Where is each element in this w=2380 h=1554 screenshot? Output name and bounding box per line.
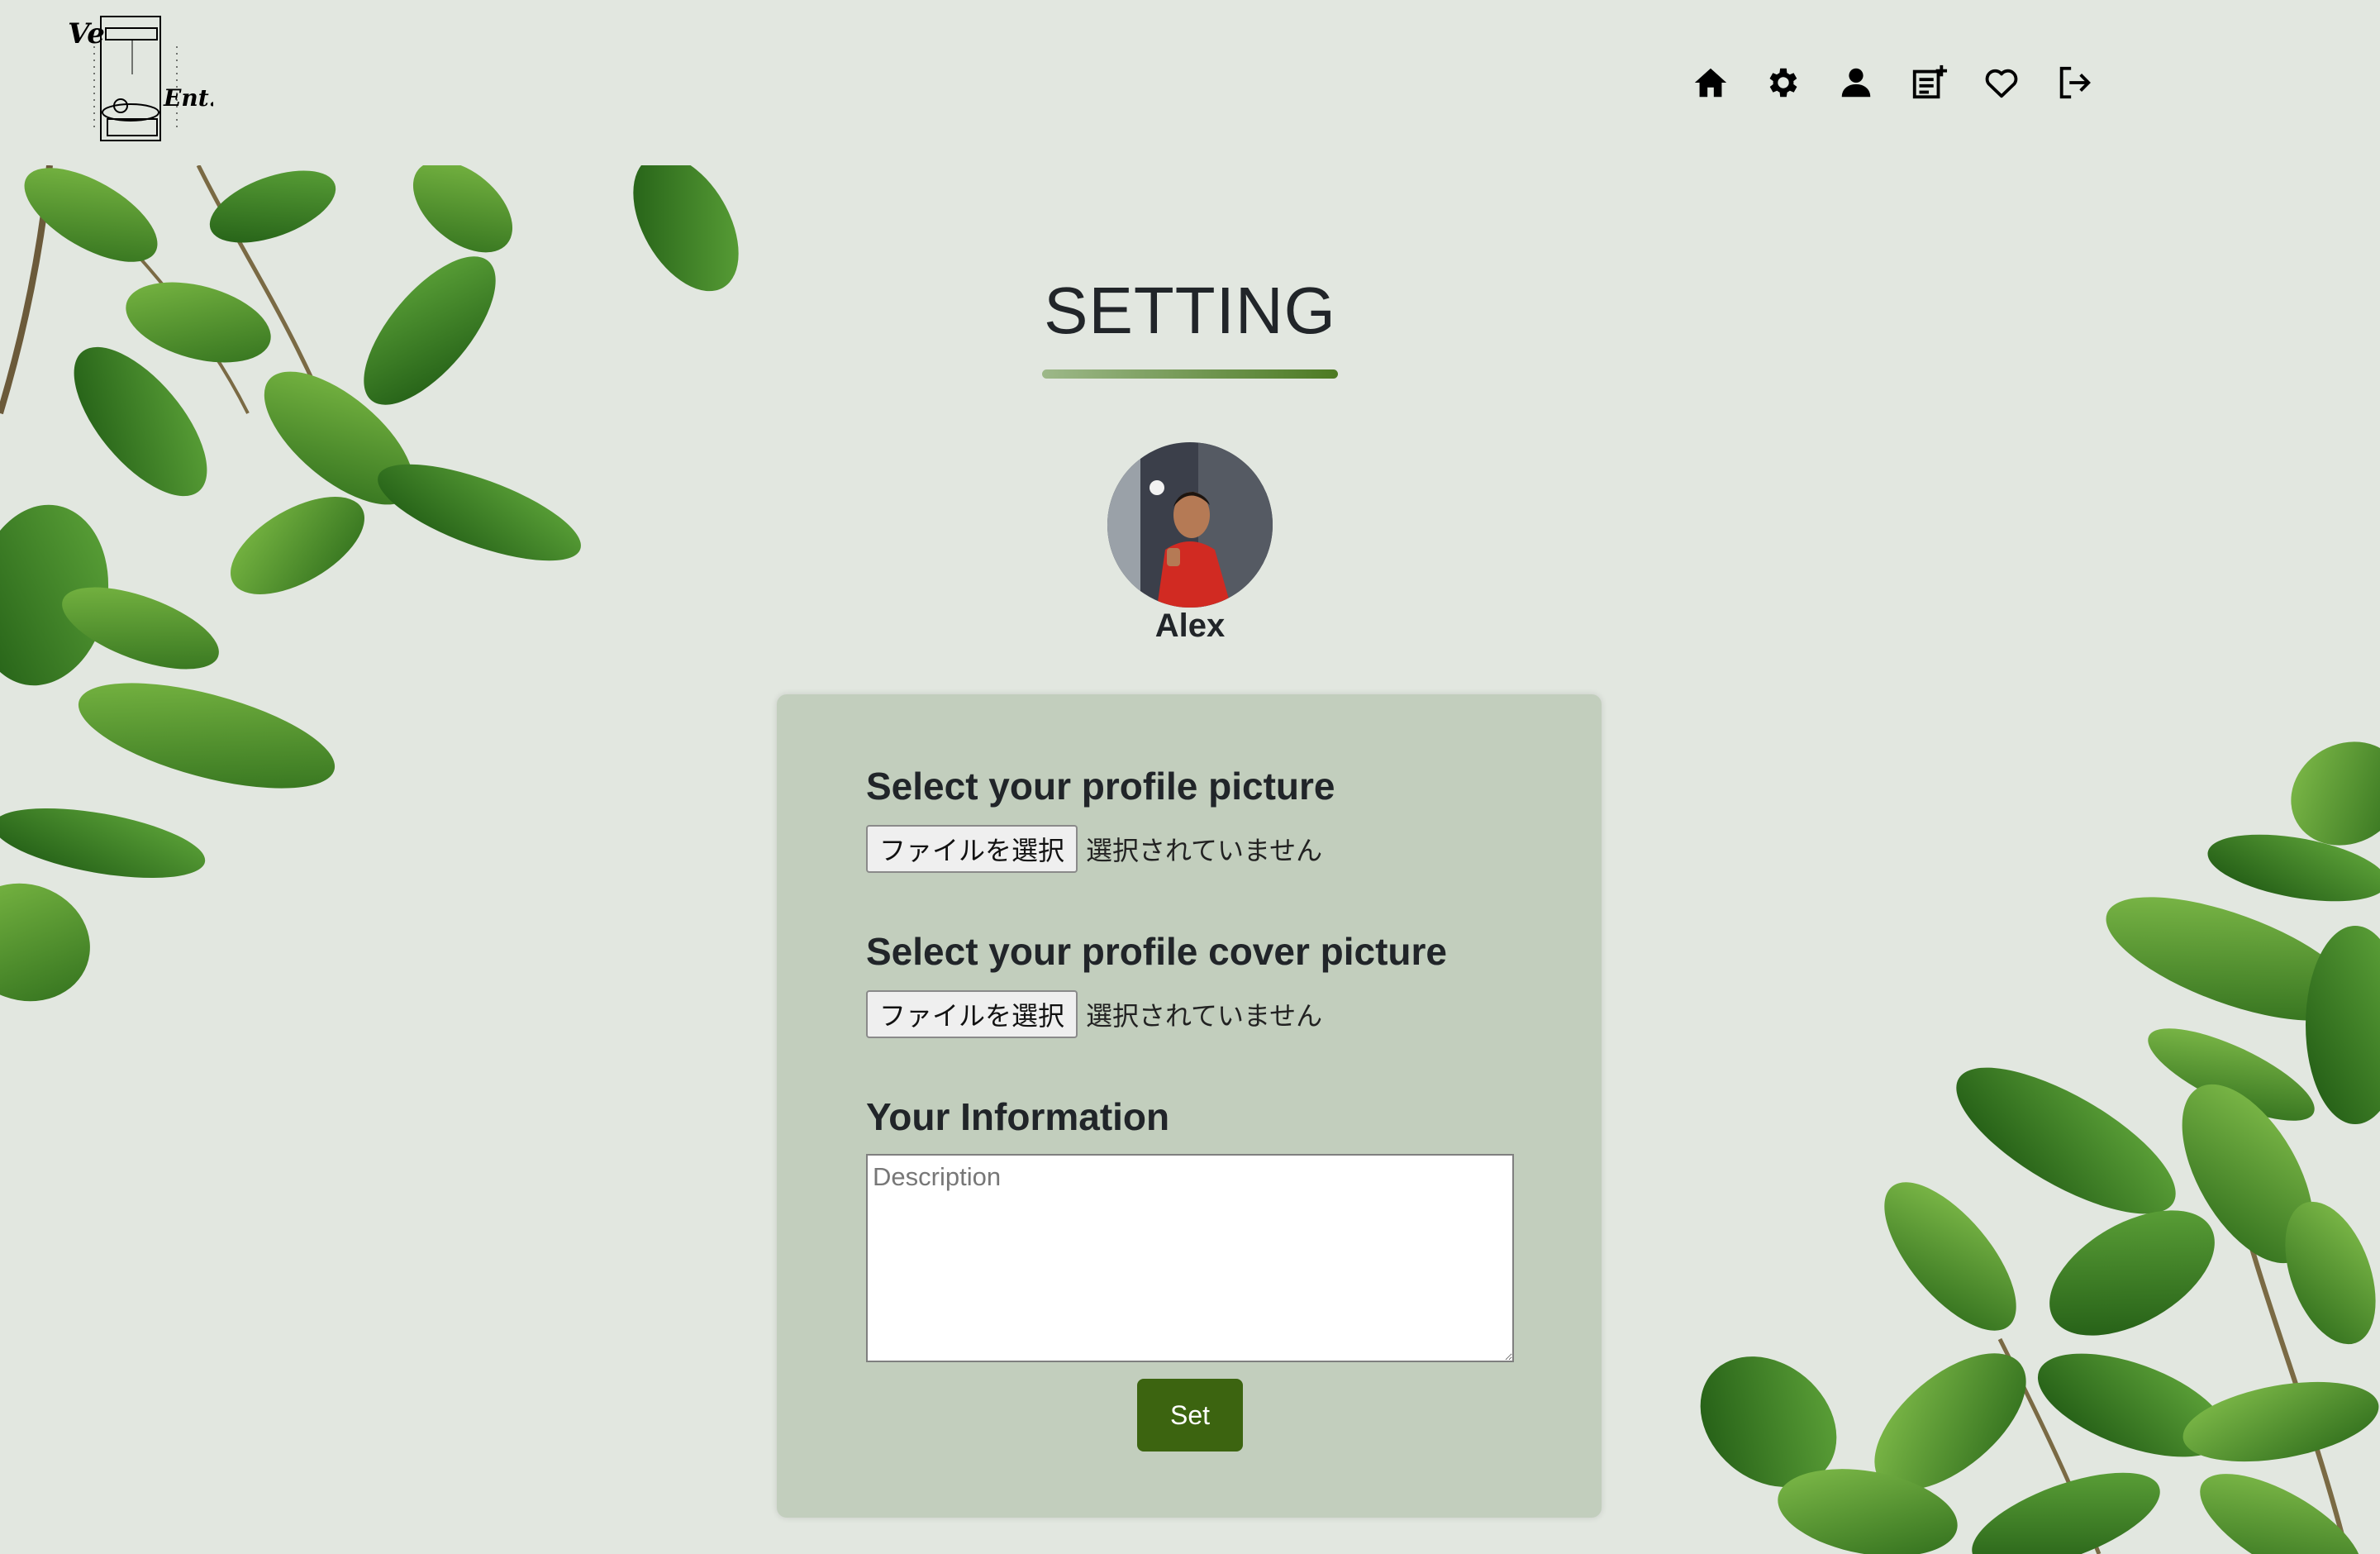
description-textarea[interactable] [866, 1154, 1514, 1362]
cover-picture-label: Select your profile cover picture [866, 930, 1448, 973]
heart-icon [1985, 69, 2018, 98]
settings-card: Select your profile picture ファイルを選択 選択され… [777, 694, 1602, 1518]
brand-logo[interactable]: Ve Ent. [64, 13, 217, 159]
gear-icon [1769, 68, 1797, 98]
profile-picture-file-status: 選択されていません [1086, 836, 1323, 865]
header: Ve Ent. [0, 0, 2380, 165]
username: Alex [1154, 608, 1226, 644]
nav-settings[interactable] [1759, 58, 1808, 107]
nav-logout[interactable] [2049, 58, 2099, 107]
profile-picture-choose-button[interactable]: ファイルを選択 [866, 825, 1078, 873]
nav-profile[interactable] [1831, 58, 1881, 107]
nav-home[interactable] [1686, 58, 1735, 107]
page-title: SETTING [1044, 274, 1336, 347]
cover-picture-choose-button[interactable]: ファイルを選択 [866, 990, 1078, 1038]
title-underline [1042, 369, 1338, 379]
svg-text:Ve: Ve [68, 17, 105, 50]
logout-icon [2059, 66, 2091, 99]
nav-add-post[interactable] [1904, 58, 1954, 107]
main-nav [1686, 58, 2099, 107]
add-post-icon [1912, 64, 1948, 99]
svg-text:Ent.: Ent. [163, 84, 213, 112]
cover-picture-file-input[interactable]: ファイルを選択 選択されていません [866, 990, 1322, 1038]
profile-picture-label: Select your profile picture [866, 765, 1335, 808]
set-button[interactable]: Set [1137, 1379, 1243, 1452]
profile-picture-file-input[interactable]: ファイルを選択 選択されていません [866, 825, 1322, 873]
leaves-decoration-right [1700, 741, 2380, 1554]
user-icon [1841, 68, 1871, 98]
nav-favorites[interactable] [1977, 58, 2026, 107]
home-icon [1694, 68, 1727, 98]
avatar [1107, 442, 1273, 608]
information-label: Your Information [866, 1095, 1170, 1138]
cover-picture-file-status: 選択されていません [1086, 1001, 1323, 1031]
